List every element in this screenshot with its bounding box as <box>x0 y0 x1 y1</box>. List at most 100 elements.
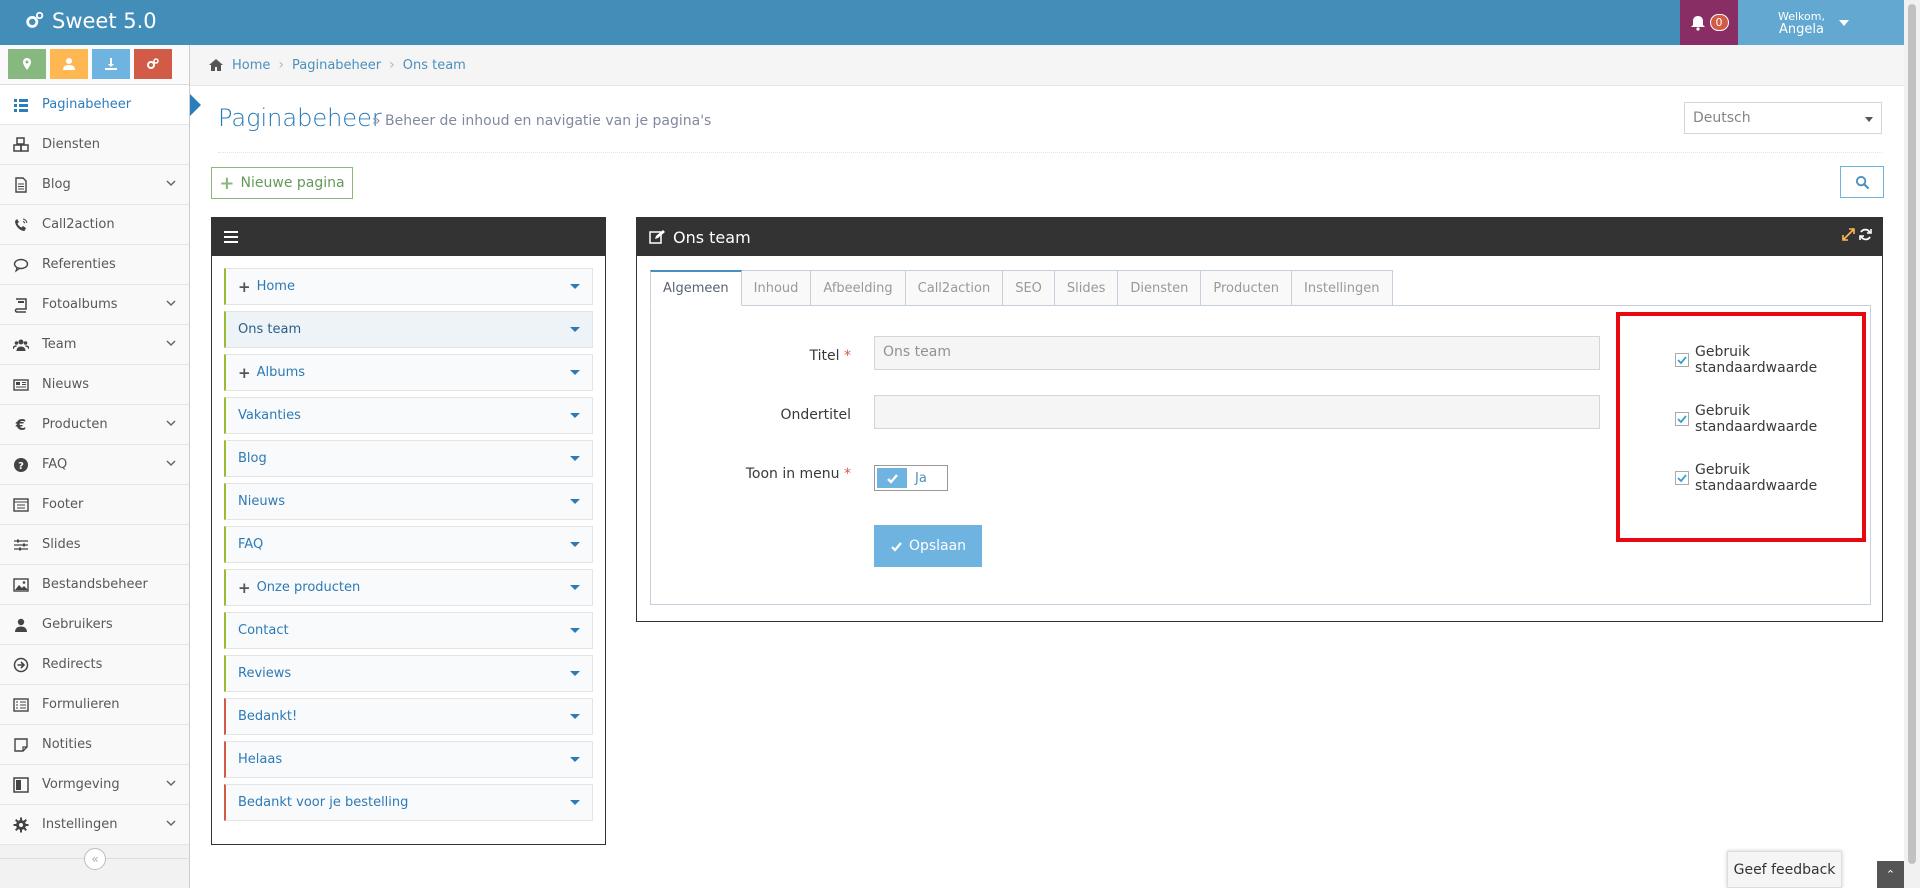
sidebar-item-bestandsbeheer[interactable]: Bestandsbeheer <box>0 565 189 605</box>
caret-down-icon[interactable] <box>570 714 580 719</box>
tree-item-label: Vakanties <box>238 408 301 423</box>
sidebar-item-producten[interactable]: € Producten <box>0 405 189 445</box>
tab-inhoud[interactable]: Inhoud <box>740 270 812 306</box>
scrollbar-thumb[interactable] <box>1908 4 1916 864</box>
sidebar-item-call2action[interactable]: Call2action <box>0 205 189 245</box>
breadcrumb-home[interactable]: Home <box>232 58 270 73</box>
tree-item-contact[interactable]: Contact <box>224 612 593 649</box>
caret-down-icon[interactable] <box>570 284 580 289</box>
tree-item-label: Reviews <box>238 666 292 681</box>
sidebar-item-blog[interactable]: Blog <box>0 165 189 205</box>
search-button[interactable] <box>1840 166 1884 198</box>
sidebar-item-label: Fotoalbums <box>42 297 118 312</box>
sidebar-item-fotoalbums[interactable]: Fotoalbums <box>0 285 189 325</box>
caret-down-icon[interactable] <box>570 671 580 676</box>
refresh-icon[interactable] <box>1859 228 1872 241</box>
tree-item-bedankt-bestelling[interactable]: Bedankt voor je bestelling <box>224 784 593 821</box>
new-page-button[interactable]: + Nieuwe pagina <box>211 167 353 199</box>
sidebar-item-label: FAQ <box>42 457 68 472</box>
sidebar-item-redirects[interactable]: Redirects <box>0 645 189 685</box>
user-menu[interactable]: Welkom, Angela <box>1738 0 1904 45</box>
sidebar-item-notities[interactable]: Notities <box>0 725 189 765</box>
tree-item-home[interactable]: + Home <box>224 268 593 305</box>
book-icon <box>12 296 30 314</box>
tab-seo[interactable]: SEO <box>1002 270 1055 306</box>
list-alt-icon <box>12 496 30 514</box>
tree-item-ons-team[interactable]: Ons team <box>224 311 593 348</box>
tab-afbeelding[interactable]: Afbeelding <box>810 270 906 306</box>
save-button[interactable]: Opslaan <box>874 525 982 567</box>
tab-slides[interactable]: Slides <box>1053 270 1119 306</box>
sidebar-item-instellingen[interactable]: Instellingen <box>0 805 189 845</box>
sidebar-item-slides[interactable]: Slides <box>0 525 189 565</box>
user-name: Angela <box>1779 21 1824 37</box>
titel-input[interactable]: Ons team <box>874 336 1600 370</box>
sidebar-item-paginabeheer[interactable]: Paginabeheer <box>0 85 201 125</box>
sidebar-item-team[interactable]: Team <box>0 325 189 365</box>
plus-icon[interactable]: + <box>238 278 251 296</box>
tab-algemeen[interactable]: Algemeen <box>650 270 742 306</box>
tree-item-reviews[interactable]: Reviews <box>224 655 593 692</box>
sidebar-item-nieuws[interactable]: Nieuws <box>0 365 189 405</box>
sidebar-collapse-button[interactable]: « <box>84 848 106 870</box>
tab-diensten[interactable]: Diensten <box>1117 270 1202 306</box>
tree-item-onze-producten[interactable]: + Onze producten <box>224 569 593 606</box>
sidebar: Paginabeheer Diensten Blog Call2action R… <box>0 45 201 888</box>
sidebar-item-faq[interactable]: ? FAQ <box>0 445 189 485</box>
tree-item-blog[interactable]: Blog <box>224 440 593 477</box>
tree-item-helaas[interactable]: Helaas <box>224 741 593 778</box>
sidebar-item-formulieren[interactable]: Formulieren <box>0 685 189 725</box>
bars-icon[interactable] <box>224 228 238 246</box>
plus-icon[interactable]: + <box>238 364 251 382</box>
scroll-to-top-button[interactable]: ⌃ <box>1877 861 1904 888</box>
plus-icon: + <box>219 172 235 194</box>
tree-item-bedankt[interactable]: Bedankt! <box>224 698 593 735</box>
page-scrollbar[interactable] <box>1904 0 1920 888</box>
shortcut-download[interactable] <box>92 49 130 79</box>
tab-call2action[interactable]: Call2action <box>904 270 1004 306</box>
shortcut-user[interactable] <box>50 49 88 79</box>
question-circle-icon: ? <box>12 456 30 474</box>
sidebar-item-vormgeving[interactable]: Vormgeving <box>0 765 189 805</box>
caret-down-icon[interactable] <box>570 542 580 547</box>
caret-down-icon[interactable] <box>570 370 580 375</box>
gear-icon <box>12 816 30 834</box>
breadcrumb-paginabeheer[interactable]: Paginabeheer <box>292 58 381 73</box>
sidebar-item-diensten[interactable]: Diensten <box>0 125 189 165</box>
caret-down-icon[interactable] <box>570 628 580 633</box>
caret-down-icon[interactable] <box>570 413 580 418</box>
shortcut-settings[interactable] <box>134 49 172 79</box>
chevron-down-icon <box>166 780 176 787</box>
sidebar-item-footer[interactable]: Footer <box>0 485 189 525</box>
brand[interactable]: Sweet 5.0 <box>24 9 157 33</box>
plus-icon[interactable]: + <box>238 579 251 597</box>
tree-item-label: Albums <box>256 365 306 380</box>
tree-item-nieuws[interactable]: Nieuws <box>224 483 593 520</box>
tab-instellingen[interactable]: Instellingen <box>1291 270 1393 306</box>
user-icon <box>63 58 75 70</box>
users-icon <box>12 336 30 354</box>
ondertitel-input[interactable] <box>874 395 1600 429</box>
sidebar-item-label: Bestandsbeheer <box>42 577 148 592</box>
caret-down-icon[interactable] <box>570 800 580 805</box>
toon-in-menu-toggle[interactable]: Ja <box>874 465 948 491</box>
caret-down-icon[interactable] <box>570 585 580 590</box>
caret-down-icon[interactable] <box>570 499 580 504</box>
caret-down-icon[interactable] <box>570 327 580 332</box>
app-title: Sweet 5.0 <box>52 9 157 33</box>
sidebar-item-gebruikers[interactable]: Gebruikers <box>0 605 189 645</box>
tree-item-faq[interactable]: FAQ <box>224 526 593 563</box>
caret-down-icon[interactable] <box>570 757 580 762</box>
tree-item-label: Bedankt voor je bestelling <box>238 795 409 810</box>
sidebar-item-referenties[interactable]: Referenties <box>0 245 189 285</box>
expand-icon[interactable] <box>1842 228 1855 241</box>
sliders-icon <box>12 536 30 554</box>
language-select[interactable]: Deutsch <box>1684 102 1882 134</box>
tab-producten[interactable]: Producten <box>1200 270 1292 306</box>
tree-item-albums[interactable]: + Albums <box>224 354 593 391</box>
shortcut-location[interactable] <box>8 49 46 79</box>
tree-item-vakanties[interactable]: Vakanties <box>224 397 593 434</box>
caret-down-icon[interactable] <box>570 456 580 461</box>
feedback-button[interactable]: Geef feedback <box>1727 851 1842 888</box>
notifications-button[interactable]: 0 <box>1680 0 1738 45</box>
